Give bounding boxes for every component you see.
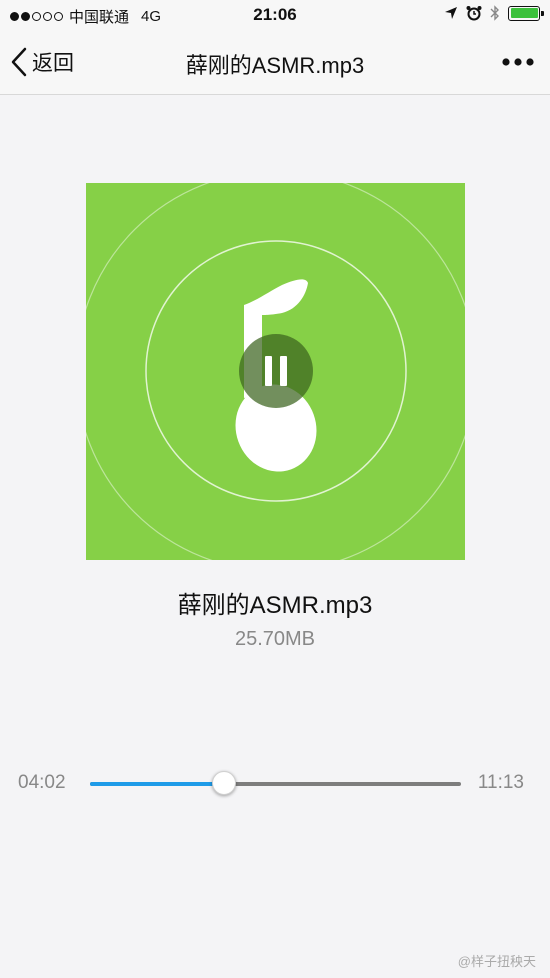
- progress-track[interactable]: [90, 782, 461, 786]
- album-cover: [86, 183, 465, 560]
- elapsed-time: 04:02: [18, 772, 66, 793]
- progress-slider-handle[interactable]: [211, 771, 236, 795]
- pause-button[interactable]: [239, 334, 313, 408]
- pause-icon-bar: [280, 356, 287, 386]
- page-title: 薛刚的ASMR.mp3: [185, 53, 365, 78]
- location-arrow-icon: [445, 7, 457, 19]
- total-duration: 11:13: [477, 772, 524, 793]
- bluetooth-icon: [490, 5, 499, 21]
- file-name: 薛刚的ASMR.mp3: [177, 592, 373, 619]
- battery-icon: [508, 5, 544, 21]
- status-bar: 中国联通 4G 21:06: [0, 0, 550, 32]
- navigation-bar: 返回 薛刚的ASMR.mp3: [0, 32, 550, 95]
- more-options-icon[interactable]: [500, 50, 536, 74]
- watermark: @样子扭秧天: [457, 954, 536, 969]
- alarm-clock-icon: [466, 6, 482, 21]
- progress-played: [90, 782, 224, 786]
- status-right: [444, 5, 544, 21]
- pause-icon: [265, 356, 272, 386]
- file-size: 25.70MB: [234, 628, 316, 650]
